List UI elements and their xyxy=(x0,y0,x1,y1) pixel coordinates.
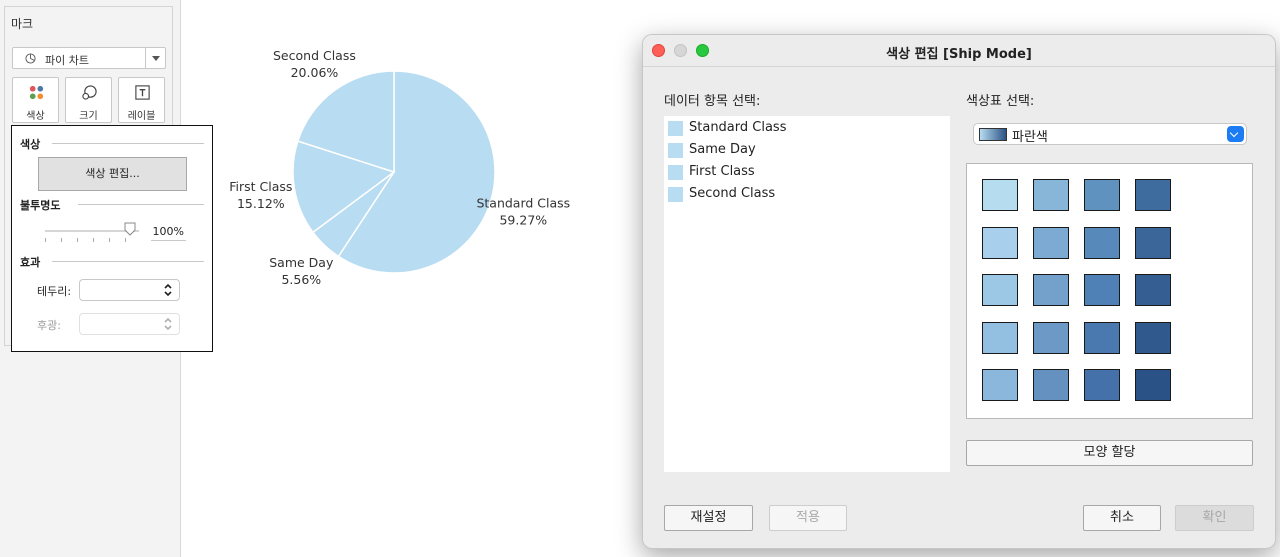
label-icon xyxy=(135,85,150,100)
palette-swatch[interactable] xyxy=(1033,226,1069,259)
halo-select[interactable] xyxy=(79,313,180,335)
palette-swatch[interactable] xyxy=(982,179,1018,211)
slice-label: First Class 15.12% xyxy=(229,179,292,211)
palette-swatch[interactable] xyxy=(1135,226,1171,259)
color-dots-icon xyxy=(29,85,44,100)
dialog-titlebar: 색상 편집 [Ship Mode] xyxy=(643,35,1275,67)
effects-section-title: 효과 xyxy=(20,256,41,269)
item-name: First Class xyxy=(689,164,755,179)
item-color-swatch xyxy=(668,187,683,202)
item-color-swatch xyxy=(668,143,683,158)
color-section-title: 색상 xyxy=(20,138,41,151)
palette-swatch[interactable] xyxy=(982,274,1018,306)
palette-swatch[interactable] xyxy=(1135,369,1171,401)
palette-swatch[interactable] xyxy=(1084,226,1120,259)
slice-label-percent: 15.12% xyxy=(237,196,285,211)
palette-swatch[interactable] xyxy=(982,369,1018,401)
palette-name: 파란색 xyxy=(1012,130,1048,145)
item-name: Standard Class xyxy=(689,120,787,135)
palette-swatch[interactable] xyxy=(1084,179,1120,211)
label-mark-label: 레이블 xyxy=(127,111,156,122)
section-divider xyxy=(52,143,204,144)
palette-swatch[interactable] xyxy=(982,226,1018,259)
chevron-down-icon[interactable] xyxy=(1227,126,1244,142)
data-items-label: 데이터 항목 선택: xyxy=(664,94,761,109)
color-mark-button[interactable]: 색상 xyxy=(12,77,59,123)
item-name: Same Day xyxy=(689,142,756,157)
palette-swatch[interactable] xyxy=(1135,179,1171,211)
palette-swatch[interactable] xyxy=(982,321,1018,354)
pie-chart: Standard Class 59.27% Same Day 5.56% First C… xyxy=(229,48,570,287)
updown-chevron-icon xyxy=(164,283,172,297)
item-name: Second Class xyxy=(689,186,776,201)
slice-label-name: Same Day xyxy=(269,255,334,270)
border-label: 테두리: xyxy=(37,285,72,298)
cancel-button[interactable]: 취소 xyxy=(1083,505,1161,531)
border-select[interactable] xyxy=(79,279,180,301)
apply-button[interactable]: 적용 xyxy=(769,505,847,531)
slice-label: Same Day 5.56% xyxy=(269,255,334,287)
slice-label-percent: 5.56% xyxy=(281,272,321,287)
palette-swatch[interactable] xyxy=(1084,321,1120,354)
slider-tick xyxy=(77,238,78,242)
palette-gradient-preview xyxy=(979,128,1007,141)
edit-colors-button[interactable]: 색상 편집... xyxy=(38,157,187,191)
mark-type-dropdown[interactable]: 파이 차트 xyxy=(12,47,166,69)
opacity-value-input[interactable]: 100% xyxy=(151,223,186,241)
updown-chevron-icon xyxy=(164,317,172,331)
slice-label-name: Standard Class xyxy=(476,196,570,211)
chevron-down-icon[interactable] xyxy=(145,48,165,68)
slider-tick xyxy=(61,238,62,242)
palette-swatch[interactable] xyxy=(1084,274,1120,306)
ok-button[interactable]: 확인 xyxy=(1175,505,1254,531)
halo-label: 후광: xyxy=(37,319,61,332)
slice-label-percent: 59.27% xyxy=(499,213,547,228)
reset-button[interactable]: 재설정 xyxy=(664,505,753,531)
palette-swatch[interactable] xyxy=(1033,369,1069,401)
slice-label-name: Second Class xyxy=(273,48,356,63)
palette-label: 색상표 선택: xyxy=(966,94,1035,109)
size-mark-button[interactable]: 크기 xyxy=(65,77,112,123)
slice-label: Standard Class 59.27% xyxy=(476,196,570,228)
slice-label: Second Class 20.06% xyxy=(273,48,356,80)
opacity-section-title: 불투명도 xyxy=(20,199,61,212)
slice-label-name: First Class xyxy=(229,179,292,194)
slider-tick xyxy=(109,238,110,242)
assign-palette-button[interactable]: 모양 할당 xyxy=(966,440,1253,466)
pie-chart-icon xyxy=(25,53,36,64)
size-icon xyxy=(82,85,97,100)
palette-swatch[interactable] xyxy=(1084,369,1120,401)
marks-title: 마크 xyxy=(11,17,34,31)
item-color-swatch xyxy=(668,165,683,180)
palette-swatch[interactable] xyxy=(1033,179,1069,211)
size-mark-label: 크기 xyxy=(79,111,98,122)
palette-swatch[interactable] xyxy=(1033,321,1069,354)
section-divider xyxy=(78,204,204,205)
slider-tick xyxy=(45,238,46,242)
slice-label-percent: 20.06% xyxy=(291,65,339,80)
item-color-swatch xyxy=(668,121,683,136)
edit-colors-dialog: 색상 편집 [Ship Mode] 데이터 항목 선택: Standard Cl… xyxy=(642,34,1276,549)
palette-select[interactable]: 파란색 xyxy=(973,123,1247,145)
color-popup: 색상 색상 편집... 불투명도 100% 효과 테두리: 후광: xyxy=(11,125,213,352)
palette-swatch[interactable] xyxy=(1033,274,1069,306)
slider-tick xyxy=(93,238,94,242)
slider-tick xyxy=(125,238,126,242)
label-mark-button[interactable]: 레이블 xyxy=(118,77,165,123)
dialog-title: 색상 편집 [Ship Mode] xyxy=(886,47,1032,62)
section-divider xyxy=(52,261,204,262)
palette-swatch[interactable] xyxy=(1135,321,1171,354)
opacity-slider-thumb[interactable] xyxy=(124,222,136,236)
data-items-list[interactable]: Standard Class Same Day First Class Seco… xyxy=(664,116,950,472)
palette-swatch[interactable] xyxy=(1135,274,1171,306)
mark-type-label: 파이 차트 xyxy=(45,54,89,67)
palette-swatch-grid xyxy=(966,163,1253,419)
color-mark-label: 색상 xyxy=(26,111,45,122)
